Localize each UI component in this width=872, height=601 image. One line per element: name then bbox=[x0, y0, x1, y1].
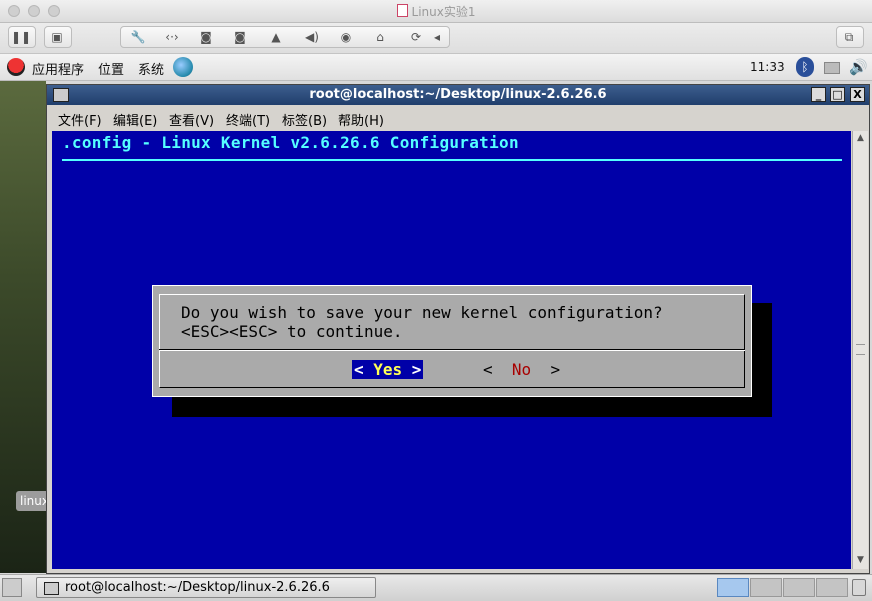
volume-icon[interactable]: 🔊 bbox=[849, 58, 868, 76]
terminal-scrollbar[interactable]: ▲ ▼ bbox=[852, 131, 868, 569]
terminal-icon bbox=[44, 582, 59, 595]
harddisk2-icon[interactable]: ◙ bbox=[225, 27, 255, 47]
menu-help[interactable]: 帮助(H) bbox=[338, 110, 384, 129]
taskbar-terminal-label: root@localhost:~/Desktop/linux-2.6.26.6 bbox=[65, 580, 330, 595]
fullscreen-icon: ⧉ bbox=[844, 30, 854, 44]
printer-icon[interactable]: ▲ bbox=[261, 27, 291, 47]
no-button[interactable]: < No > bbox=[483, 360, 560, 379]
fullscreen-button[interactable]: ⧉ bbox=[836, 26, 864, 48]
scroll-up-icon[interactable]: ▲ bbox=[854, 132, 867, 145]
menu-system[interactable]: 系统 bbox=[138, 59, 164, 78]
desktop-background: linux bbox=[0, 81, 50, 573]
terminal-window: root@localhost:~/Desktop/linux-2.6.26.6 … bbox=[46, 84, 870, 574]
battery-icon[interactable] bbox=[824, 62, 840, 74]
workspace-3[interactable] bbox=[783, 578, 815, 597]
network-icon[interactable]: ‹·› bbox=[157, 27, 187, 47]
dialog-separator bbox=[159, 349, 745, 351]
wrench-icon[interactable]: 🔧 bbox=[123, 27, 153, 47]
scroll-down-icon[interactable]: ▼ bbox=[854, 554, 867, 567]
menu-applications[interactable]: 应用程序 bbox=[32, 59, 84, 78]
header-rule bbox=[62, 159, 842, 161]
yes-button-label: Yes bbox=[373, 360, 403, 379]
gnome-top-panel: 应用程序 位置 系统 11:33 ᛒ 🔊 bbox=[0, 54, 872, 81]
document-icon bbox=[396, 4, 408, 17]
dialog-question: Do you wish to save your new kernel conf… bbox=[181, 303, 663, 322]
show-desktop-icon[interactable] bbox=[2, 578, 22, 597]
bottom-taskbar: root@localhost:~/Desktop/linux-2.6.26.6 bbox=[0, 574, 872, 601]
host-titlebar: Linux实验1 bbox=[0, 0, 872, 23]
menu-view[interactable]: 查看(V) bbox=[169, 110, 214, 129]
no-button-left: < bbox=[483, 360, 512, 379]
usb-icon[interactable]: ⌂ bbox=[365, 27, 395, 47]
sound-icon[interactable]: ◀) bbox=[297, 27, 327, 47]
clock[interactable]: 11:33 bbox=[750, 60, 785, 74]
device-toolbar-group: 🔧 ‹·› ◙ ◙ ▲ ◀) ◉ ⌂ ⟳ ◂ bbox=[120, 26, 450, 48]
host-toolbar: ❚❚ ▣ 🔧 ‹·› ◙ ◙ ▲ ◀) ◉ ⌂ ⟳ ◂ ⧉ bbox=[0, 23, 872, 54]
menu-file[interactable]: 文件(F) bbox=[58, 110, 102, 129]
menu-edit[interactable]: 编辑(E) bbox=[113, 110, 157, 129]
trash-icon[interactable] bbox=[852, 579, 866, 596]
harddisk-icon[interactable]: ◙ bbox=[191, 27, 221, 47]
terminal-menubar: 文件(F) 编辑(E) 查看(V) 终端(T) 标签(B) 帮助(H) bbox=[47, 106, 869, 130]
no-button-right: > bbox=[531, 360, 561, 379]
maximize-button[interactable]: □ bbox=[830, 87, 845, 102]
save-config-dialog: Do you wish to save your new kernel conf… bbox=[152, 285, 752, 397]
workspace-2[interactable] bbox=[750, 578, 782, 597]
menu-terminal[interactable]: 终端(T) bbox=[226, 110, 270, 129]
camera-icon[interactable]: ◉ bbox=[331, 27, 361, 47]
host-window-title-text: Linux实验1 bbox=[411, 5, 476, 19]
desktop-icon-label[interactable]: linux bbox=[16, 491, 50, 511]
workspace-4[interactable] bbox=[816, 578, 848, 597]
no-button-label: No bbox=[511, 360, 532, 379]
yes-button-right: > bbox=[402, 360, 422, 379]
terminal-screen[interactable]: .config - Linux Kernel v2.6.26.6 Configu… bbox=[52, 131, 851, 569]
yes-button-left: < bbox=[354, 360, 374, 379]
pause-button[interactable]: ❚❚ bbox=[8, 26, 36, 48]
host-window-title: Linux实验1 bbox=[0, 3, 872, 20]
bluetooth-icon[interactable]: ᛒ bbox=[796, 57, 814, 77]
snapshot-button[interactable]: ▣ bbox=[44, 26, 72, 48]
minimize-button[interactable]: _ bbox=[811, 87, 826, 102]
scrollbar-grip[interactable] bbox=[856, 344, 865, 355]
pause-icon: ❚❚ bbox=[10, 30, 32, 44]
network-manager-icon[interactable] bbox=[173, 57, 193, 77]
taskbar-terminal-button[interactable]: root@localhost:~/Desktop/linux-2.6.26.6 bbox=[36, 577, 376, 598]
collapse-icon[interactable]: ◂ bbox=[427, 27, 447, 47]
menu-tabs[interactable]: 标签(B) bbox=[282, 110, 327, 129]
terminal-title: root@localhost:~/Desktop/linux-2.6.26.6 bbox=[309, 87, 607, 102]
menu-places[interactable]: 位置 bbox=[98, 59, 124, 78]
close-button[interactable]: X bbox=[850, 87, 865, 102]
terminal-titlebar[interactable]: root@localhost:~/Desktop/linux-2.6.26.6 … bbox=[47, 85, 869, 105]
dialog-hint: <ESC><ESC> to continue. bbox=[181, 322, 403, 341]
redhat-icon[interactable] bbox=[7, 58, 25, 76]
snapshot-icon: ▣ bbox=[51, 30, 63, 44]
yes-button[interactable]: < Yes > bbox=[352, 360, 424, 379]
config-header: .config - Linux Kernel v2.6.26.6 Configu… bbox=[62, 133, 519, 152]
workspace-1[interactable] bbox=[717, 578, 749, 597]
